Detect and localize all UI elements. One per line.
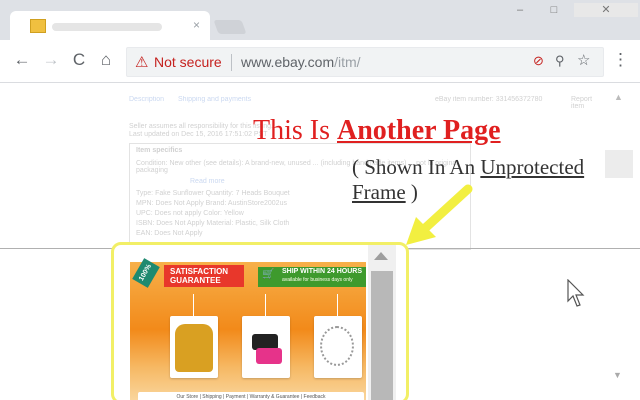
url-path: /itm/ [334, 54, 361, 70]
tab-description[interactable]: Description [129, 96, 164, 103]
overlay-title-emphasis: Another Page [337, 115, 501, 146]
overlay-title: This Is Another Page [253, 115, 501, 147]
item-number: eBay item number: 331456372780 [435, 96, 543, 103]
maximize-button[interactable]: □ [544, 3, 564, 17]
new-tab-button[interactable] [213, 20, 247, 34]
spec-row: Type: Fake Sunflower Quantity: 7 Heads B… [136, 190, 290, 197]
shipping-banner: 🛒 SHIP WITHIN 24 HOURS available for bus… [258, 267, 366, 287]
overlay-title-prefix: This Is [253, 115, 337, 146]
zoom-icon[interactable]: ⚲ [555, 53, 565, 69]
sweater-image [175, 324, 213, 372]
spec-row: ISBN: Does Not Apply Material: Plastic, … [136, 220, 290, 227]
omnibox-divider [231, 54, 232, 71]
home-icon[interactable]: ⌂ [96, 50, 116, 70]
listing-tabs: Description Shipping and payments [129, 96, 263, 103]
tab-close-icon[interactable]: × [193, 18, 200, 32]
ad-banner[interactable]: 100% SATISFACTION GUARANTEE 🛒 SHIP WITHI… [130, 258, 366, 400]
subtitle-open: ( Shown In An [352, 155, 481, 179]
product-card-jewelry[interactable] [314, 294, 362, 378]
browser-toolbar: ← → C ⌂ ⚠ Not secure www.ebay.com/itm/ ⊘… [0, 40, 640, 83]
iframe-scrollbar[interactable] [368, 245, 396, 400]
bookmark-star-icon[interactable]: ☆ [577, 51, 590, 69]
menu-icon[interactable]: ⋮ [612, 50, 629, 70]
forward-icon[interactable]: → [41, 50, 61, 70]
translate-icon[interactable]: ⊘ [533, 53, 544, 69]
spec-row: UPC: Does not apply Color: Yellow [136, 210, 244, 217]
product-card-bags[interactable] [242, 294, 290, 378]
specs-title: Item specifics [136, 147, 183, 154]
page-viewport: Description Shipping and payments eBay i… [0, 83, 640, 400]
tab-shipping[interactable]: Shipping and payments [178, 96, 251, 103]
product-card-sweater[interactable] [170, 294, 218, 378]
tag-string [337, 294, 338, 316]
updated-note: Last updated on Dec 15, 2016 17:51:02 PS… [129, 131, 268, 138]
ad-footer-links[interactable]: Our Store | Shipping | Payment | Warrant… [138, 392, 364, 400]
tag-string [193, 294, 194, 316]
ebay-favicon-icon [30, 19, 46, 33]
url-text[interactable]: www.ebay.com/itm/ [241, 54, 361, 70]
close-window-button[interactable]: ✕ [574, 3, 638, 17]
tag-string [265, 294, 266, 316]
guarantee-badge: 100% [132, 258, 160, 288]
page-scrollbar[interactable]: ▲ [605, 88, 633, 388]
iframe-scroll-up-icon[interactable] [374, 252, 388, 260]
tab-strip: × – □ ✕ [0, 0, 640, 40]
tab-title [52, 23, 162, 31]
scroll-down-icon[interactable]: ▼ [613, 370, 622, 380]
ship-subtitle: available for business days only [282, 277, 353, 283]
security-status[interactable]: Not secure [154, 54, 222, 70]
handbags-image [246, 330, 286, 364]
pink-bag [256, 348, 282, 364]
ship-title: SHIP WITHIN 24 HOURS [282, 268, 362, 275]
unprotected-iframe[interactable]: 100% SATISFACTION GUARANTEE 🛒 SHIP WITHI… [111, 242, 409, 400]
read-more-link[interactable]: Read more [190, 178, 225, 185]
reload-icon[interactable]: C [69, 50, 89, 70]
satisfaction-banner: SATISFACTION GUARANTEE [164, 265, 244, 287]
report-link[interactable]: Report item [571, 96, 605, 110]
browser-tab[interactable]: × [10, 11, 210, 40]
mouse-cursor-icon [567, 279, 585, 307]
minimize-button[interactable]: – [510, 3, 530, 17]
spec-row: EAN: Does Not Apply [136, 230, 203, 237]
yellow-arrow-icon [406, 184, 473, 245]
seller-note: Seller assumes all responsibility for th… [129, 123, 273, 130]
iframe-scroll-thumb[interactable] [371, 271, 393, 400]
scroll-up-icon[interactable]: ▲ [614, 92, 623, 102]
url-host: www.ebay.com [241, 54, 335, 70]
overlay-subtitle: ( Shown In An Unprotected Frame ) [352, 155, 640, 205]
warning-icon: ⚠ [135, 54, 149, 71]
spec-row: MPN: Does Not Apply Brand: AustinStore20… [136, 200, 287, 207]
cart-icon: 🛒 [262, 269, 275, 280]
back-icon[interactable]: ← [12, 50, 32, 70]
address-bar[interactable]: ⚠ Not secure www.ebay.com/itm/ ⊘ ⚲ ☆ [126, 47, 604, 77]
jewelry-image [320, 326, 354, 366]
